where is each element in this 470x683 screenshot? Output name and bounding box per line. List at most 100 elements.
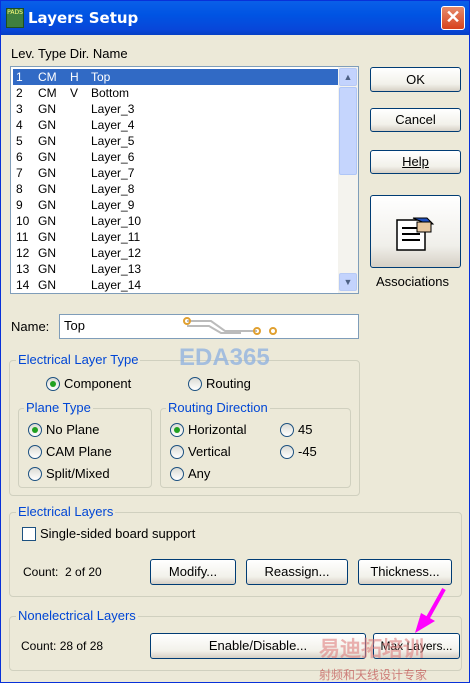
magenta-arrow-icon — [415, 588, 446, 633]
horizontal-radio[interactable] — [170, 423, 184, 437]
vertical-radio[interactable] — [170, 445, 184, 459]
layer-list-row[interactable]: 6 GN Layer_6 — [13, 149, 338, 165]
layer-dir-cell: V — [70, 86, 79, 100]
layer-type-cell: GN — [38, 214, 56, 228]
component-label: Component — [64, 376, 132, 391]
layer-dir-cell: H — [70, 70, 79, 84]
reassign-button[interactable]: Reassign... — [246, 559, 348, 585]
routing-radio[interactable] — [188, 377, 202, 391]
layer-name-cell: Layer_4 — [91, 118, 135, 132]
layer-name-cell: Layer_7 — [91, 166, 135, 180]
component-radio[interactable] — [46, 377, 60, 391]
ok-button[interactable]: OK — [370, 67, 461, 92]
window-title: Layers Setup — [28, 9, 139, 27]
layer-lev-cell: 8 — [16, 182, 23, 196]
layer-name-cell: Layer_6 — [91, 150, 135, 164]
electrical-layers-title: Electrical Layers — [16, 504, 116, 519]
site-watermark: 易迪拓培训 — [319, 638, 424, 661]
help-button[interactable]: Help — [370, 150, 461, 174]
layer-type-cell: GN — [38, 246, 56, 260]
any-radio[interactable] — [170, 467, 184, 481]
scroll-thumb[interactable] — [339, 87, 357, 175]
trace-decoration-icon — [183, 317, 277, 335]
electrical-count: Count: 2 of 20 — [23, 565, 102, 579]
layers-setup-dialog: PADS Layers Setup ✕ Lev. Type Dir. Name … — [0, 0, 470, 683]
layer-list-row[interactable]: 3 GN Layer_3 — [13, 101, 338, 117]
layer-name-cell: Layer_14 — [91, 278, 142, 292]
vertical-scrollbar[interactable]: ▲ ▼ — [338, 67, 358, 293]
layer-name-cell: Layer_3 — [91, 102, 135, 116]
layer-list-row[interactable]: 1 CM H Top — [13, 69, 338, 85]
thickness-button[interactable]: Thickness... — [358, 559, 452, 585]
layer-lev-cell: 6 — [16, 150, 23, 164]
close-button[interactable]: ✕ — [441, 6, 465, 30]
layer-type-cell: GN — [38, 118, 56, 132]
layer-type-cell: GN — [38, 198, 56, 212]
pads-app-icon: PADS — [6, 8, 24, 28]
split-mixed-radio[interactable] — [28, 467, 42, 481]
layer-name-cell: Top — [91, 70, 111, 84]
layer-lev-cell: 13 — [16, 262, 30, 276]
layer-name-cell: Layer_11 — [91, 230, 141, 244]
layer-list-row[interactable]: 8 GN Layer_8 — [13, 181, 338, 197]
nonelectrical-layers-title: Nonelectrical Layers — [16, 608, 138, 623]
vertical-label: Vertical — [188, 444, 231, 459]
layer-lev-cell: 11 — [16, 230, 29, 244]
layer-list-row[interactable]: 9 GN Layer_9 — [13, 197, 338, 213]
associations-icon — [396, 217, 435, 251]
layer-type-cell: CM — [38, 86, 57, 100]
layer-list-row[interactable]: 2 CM V Bottom — [13, 85, 338, 101]
associations-button[interactable] — [370, 195, 461, 268]
electrical-layer-type-title: Electrical Layer Type — [16, 352, 141, 367]
layer-name-cell: Bottom — [91, 86, 130, 100]
any-label: Any — [188, 466, 211, 481]
layer-lev-cell: 7 — [16, 166, 23, 180]
layer-lev-cell: 4 — [16, 118, 23, 132]
layer-name-cell: Layer_5 — [91, 134, 135, 148]
layer-list[interactable]: 1 CM H Top 2 CM V Bottom 3 GN Layer_3 4 GN Layer_4 5 GN… — [10, 66, 359, 294]
layer-type-cell: GN — [38, 278, 56, 292]
nonelectrical-count: Count: 28 of 28 — [21, 639, 104, 653]
title-bar[interactable]: PADS Layers Setup ✕ — [1, 1, 469, 35]
minus-45-radio[interactable] — [280, 445, 294, 459]
horizontal-label: Horizontal — [188, 422, 247, 437]
layer-list-row[interactable]: 7 GN Layer_7 — [13, 165, 338, 181]
split-mixed-label: Split/Mixed — [46, 466, 110, 481]
layer-list-row[interactable]: 14 GN Layer_14 — [13, 277, 338, 293]
layer-name-cell: Layer_10 — [91, 214, 142, 228]
layer-name-cell: Layer_8 — [91, 182, 135, 196]
routing-direction-title: Routing Direction — [166, 400, 270, 415]
cam-plane-label: CAM Plane — [46, 444, 112, 459]
no-plane-label: No Plane — [46, 422, 100, 437]
scroll-down-arrow-icon[interactable]: ▼ — [339, 273, 357, 291]
single-sided-label: Single-sided board support — [40, 526, 196, 541]
layer-type-cell: CM — [38, 70, 57, 84]
layer-name-cell: Layer_12 — [91, 246, 142, 260]
layer-type-cell: GN — [38, 182, 56, 196]
layer-lev-cell: 2 — [16, 86, 23, 100]
layer-lev-cell: 12 — [16, 246, 30, 260]
cam-plane-radio[interactable] — [28, 445, 42, 459]
plane-type-title: Plane Type — [24, 400, 93, 415]
cancel-button[interactable]: Cancel — [370, 108, 461, 132]
layer-list-row[interactable]: 11 GN Layer_11 — [13, 229, 338, 245]
scroll-up-arrow-icon[interactable]: ▲ — [339, 68, 357, 86]
layer-lev-cell: 9 — [16, 198, 23, 212]
layer-lev-cell: 1 — [16, 70, 23, 84]
layer-list-row[interactable]: 5 GN Layer_5 — [13, 133, 338, 149]
layer-type-cell: GN — [38, 150, 56, 164]
layer-list-row[interactable]: 12 GN Layer_12 — [13, 245, 338, 261]
45-radio[interactable] — [280, 423, 294, 437]
layer-lev-cell: 3 — [16, 102, 23, 116]
layer-list-row[interactable]: 10 GN Layer_10 — [13, 213, 338, 229]
layer-lev-cell: 5 — [16, 134, 23, 148]
layer-type-cell: GN — [38, 230, 56, 244]
site-watermark-subtitle: 射频和天线设计专家 — [319, 668, 428, 682]
no-plane-radio[interactable] — [28, 423, 42, 437]
layer-list-row[interactable]: 4 GN Layer_4 — [13, 117, 338, 133]
name-label: Name: — [11, 319, 50, 334]
layer-lev-cell: 10 — [16, 214, 30, 228]
layer-list-row[interactable]: 13 GN Layer_13 — [13, 261, 338, 277]
modify-button[interactable]: Modify... — [150, 559, 236, 585]
single-sided-checkbox[interactable] — [22, 527, 36, 541]
